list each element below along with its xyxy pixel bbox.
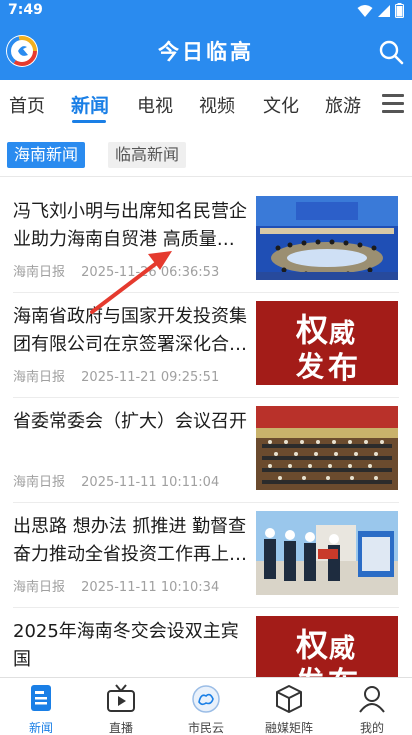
tab-active-indicator bbox=[72, 120, 106, 123]
news-list: 冯飞刘小明与出席知名民营企业助力海南自贸港 高质量发展 海南日报 2025-11… bbox=[0, 188, 412, 713]
media-matrix-icon bbox=[276, 685, 302, 713]
news-source: 海南日报 bbox=[13, 475, 66, 490]
news-time: 2025-11-26 06:36:53 bbox=[81, 265, 220, 280]
bottom-nav-label: 直播 bbox=[108, 721, 133, 735]
app-header: 今日临高 bbox=[0, 22, 412, 80]
news-title: 海南省政府与国家开发投资集团有限公司在京签署深化合作协议 bbox=[13, 306, 247, 355]
menu-icon bbox=[382, 94, 404, 97]
bottom-nav-live[interactable]: 直播 bbox=[80, 678, 162, 735]
signal-icon bbox=[378, 4, 390, 17]
divider bbox=[0, 176, 412, 177]
bottom-nav-label: 新闻 bbox=[28, 721, 53, 735]
site-visit-image bbox=[256, 511, 398, 595]
tab-home[interactable]: 首页 bbox=[9, 92, 45, 118]
news-title: 冯飞刘小明与出席知名民营企业助力海南自贸港 高质量发展 bbox=[13, 201, 247, 250]
meeting-hall-image bbox=[256, 196, 398, 280]
news-thumbnail bbox=[256, 196, 398, 280]
subtab-lingao-news[interactable]: 临高新闻 bbox=[108, 142, 187, 168]
bottom-nav-label: 市民云 bbox=[187, 721, 224, 735]
wifi-icon bbox=[357, 4, 373, 17]
news-title: 省委常委会（扩大）会议召开 bbox=[13, 411, 247, 432]
bottom-nav: 新闻 直播 市民云 融媒矩阵 我的 bbox=[0, 677, 412, 735]
bottom-nav-label: 融媒矩阵 bbox=[264, 721, 313, 735]
conference-image bbox=[256, 406, 398, 490]
bottom-nav-label: 我的 bbox=[359, 721, 384, 735]
news-title: 2025年海南冬交会设双主宾国 bbox=[13, 621, 239, 670]
status-icons bbox=[357, 3, 404, 18]
news-thumbnail bbox=[256, 511, 398, 595]
news-time: 2025-11-21 09:25:51 bbox=[81, 370, 220, 385]
badge-char: 发 bbox=[296, 350, 325, 383]
status-time: 7:49 bbox=[8, 2, 43, 18]
subtab-hainan-news[interactable]: 海南新闻 bbox=[7, 142, 86, 168]
news-meta: 海南日报 2025-11-21 09:25:51 bbox=[13, 366, 219, 385]
news-source: 海南日报 bbox=[13, 265, 66, 280]
bottom-nav-profile[interactable]: 我的 bbox=[331, 678, 412, 735]
news-thumbnail bbox=[256, 406, 398, 490]
tab-tv[interactable]: 电视 bbox=[137, 92, 173, 118]
search-button[interactable] bbox=[378, 39, 404, 65]
bottom-nav-citizen-cloud[interactable]: 市民云 bbox=[165, 678, 247, 735]
tab-culture[interactable]: 文化 bbox=[263, 92, 299, 118]
news-source: 海南日报 bbox=[13, 580, 66, 595]
news-thumbnail: 权 威 发 布 bbox=[256, 301, 398, 385]
status-bar: 7:49 bbox=[0, 0, 412, 22]
news-meta: 海南日报 2025-11-26 06:36:53 bbox=[13, 261, 219, 280]
news-meta: 海南日报 2025-11-11 10:10:34 bbox=[13, 576, 219, 595]
news-time: 2025-11-11 10:11:04 bbox=[81, 475, 220, 490]
channel-nav: 首页 新闻 电视 视频 文化 旅游 bbox=[0, 80, 412, 130]
news-item[interactable]: 省委常委会（扩大）会议召开 海南日报 2025-11-11 10:11:04 bbox=[0, 398, 412, 503]
search-icon bbox=[379, 40, 404, 65]
news-title: 出思路 想办法 抓推进 勤督查 奋力推动全省投资工作再上新台阶 bbox=[13, 516, 247, 565]
tab-video[interactable]: 视频 bbox=[199, 92, 235, 118]
news-item[interactable]: 出思路 想办法 抓推进 勤督查 奋力推动全省投资工作再上新台阶 海南日报 202… bbox=[0, 503, 412, 608]
app-title: 今日临高 bbox=[158, 40, 254, 64]
channel-menu-button[interactable] bbox=[382, 94, 404, 114]
news-source: 海南日报 bbox=[13, 370, 66, 385]
tab-news[interactable]: 新闻 bbox=[71, 91, 109, 118]
live-tv-icon bbox=[107, 684, 135, 712]
tab-travel[interactable]: 旅游 bbox=[325, 92, 361, 118]
news-item[interactable]: 冯飞刘小明与出席知名民营企业助力海南自贸港 高质量发展 海南日报 2025-11… bbox=[0, 188, 412, 293]
news-time: 2025-11-11 10:10:34 bbox=[81, 580, 220, 595]
badge-char: 布 bbox=[328, 351, 358, 385]
profile-icon bbox=[359, 686, 385, 713]
citizen-cloud-icon bbox=[192, 685, 220, 713]
news-item[interactable]: 海南省政府与国家开发投资集团有限公司在京签署深化合作协议 海南日报 2025-1… bbox=[0, 293, 412, 398]
news-icon bbox=[31, 685, 51, 711]
bottom-nav-media-matrix[interactable]: 融媒矩阵 bbox=[248, 678, 330, 735]
bottom-nav-news[interactable]: 新闻 bbox=[0, 678, 82, 735]
sub-tabs: 海南新闻 临高新闻 bbox=[0, 130, 412, 176]
news-meta: 海南日报 2025-11-11 10:11:04 bbox=[13, 471, 219, 490]
battery-icon bbox=[395, 3, 404, 18]
